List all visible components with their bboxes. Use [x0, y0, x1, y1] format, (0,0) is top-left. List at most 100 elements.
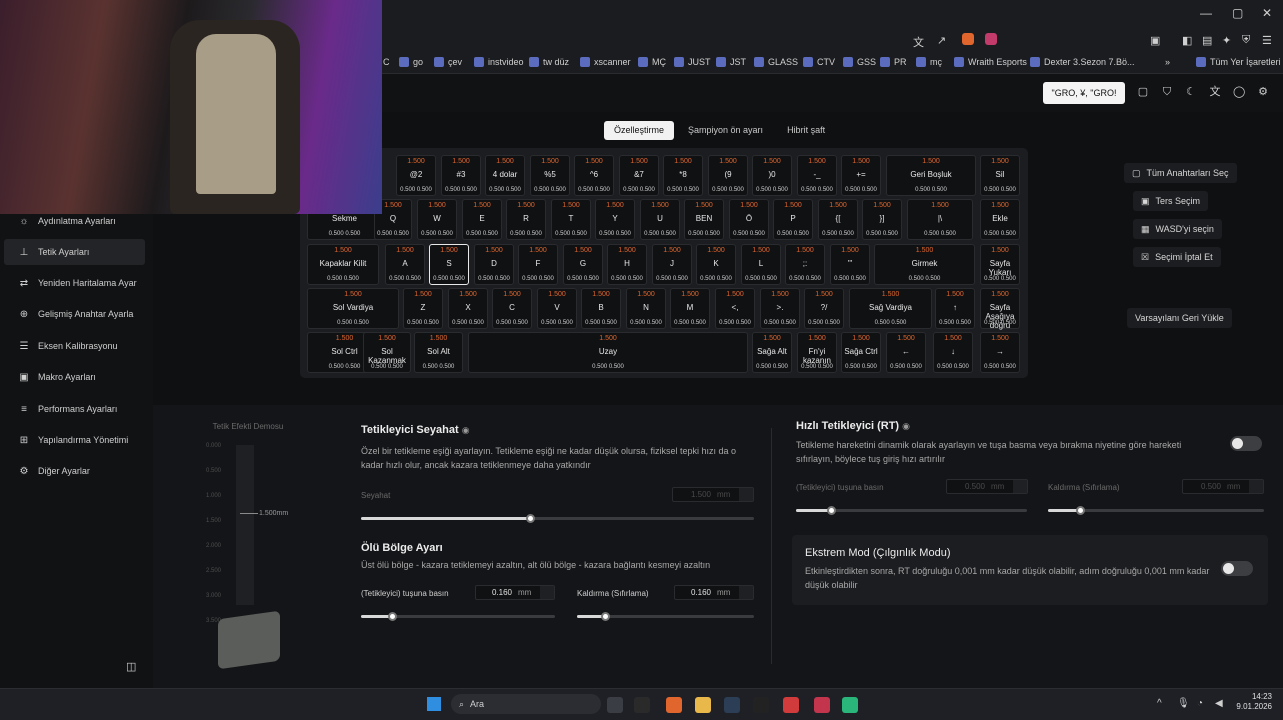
key-2-5[interactable]: 1.500 G 0.500 0.500: [563, 244, 603, 285]
sidebar-item-3[interactable]: ⊕ Gelişmiş Anahtar Ayarla: [4, 301, 145, 327]
key-4-5[interactable]: 1.500 Fn'yi kazanın 0.500 0.500: [797, 332, 837, 373]
key-3-8[interactable]: 1.500 <, 0.500 0.500: [715, 288, 755, 329]
key-1-13[interactable]: 1.500 |\ 0.500 0.500: [907, 199, 973, 240]
brave-shield-icon[interactable]: [962, 33, 974, 45]
key-3-1[interactable]: 1.500 Z 0.500 0.500: [403, 288, 443, 329]
ai-icon[interactable]: ✦: [1222, 34, 1231, 47]
rt-press-stepper[interactable]: [1013, 480, 1027, 493]
right-button-2[interactable]: ▦ WASD'yi seçin: [1133, 219, 1222, 239]
key-4-7[interactable]: 1.500 ← 0.500 0.500: [886, 332, 926, 373]
rt-release-input[interactable]: 0.500 mm: [1182, 479, 1264, 494]
key-1-5[interactable]: 1.500 T 0.500 0.500: [551, 199, 591, 240]
vpn-icon[interactable]: ⛨: [1242, 34, 1250, 47]
key-2-3[interactable]: 1.500 D 0.500 0.500: [474, 244, 514, 285]
key-2-1[interactable]: 1.500 A 0.500 0.500: [385, 244, 425, 285]
brave-rewards-icon[interactable]: [985, 33, 997, 45]
key-4-2[interactable]: 1.500 Sol Alt 0.500 0.500: [414, 332, 463, 373]
key-3-4[interactable]: 1.500 V 0.500 0.500: [537, 288, 577, 329]
travel-input[interactable]: 1.500 mm: [672, 487, 754, 502]
key-3-3[interactable]: 1.500 C 0.500 0.500: [492, 288, 532, 329]
deadzone-press-knob[interactable]: [388, 612, 398, 621]
tab-customize[interactable]: Özelleştirme: [604, 121, 675, 140]
key-1-4[interactable]: 1.500 R 0.500 0.500: [506, 199, 546, 240]
volume-icon[interactable]: ◀: [1215, 698, 1223, 709]
key-3-9[interactable]: 1.500 >. 0.500 0.500: [760, 288, 800, 329]
right-button-1[interactable]: ▣ Ters Seçim: [1133, 191, 1209, 211]
key-2-4[interactable]: 1.500 F 0.500 0.500: [518, 244, 558, 285]
key-0-7[interactable]: 1.500 (9 0.500 0.500: [708, 155, 748, 196]
app-icon-1[interactable]: [634, 697, 650, 713]
key-4-4[interactable]: 1.500 Sağa Alt 0.500 0.500: [752, 332, 792, 373]
sidebar-item-2[interactable]: ⇄ Yeniden Haritalama Ayar: [4, 270, 145, 296]
bookmark-glass[interactable]: GLASS: [754, 57, 798, 67]
key-1-8[interactable]: 1.500 BEN 0.500 0.500: [684, 199, 724, 240]
key-2-8[interactable]: 1.500 K 0.500 0.500: [696, 244, 736, 285]
key-4-8[interactable]: 1.500 ↓ 0.500 0.500: [933, 332, 973, 373]
bookmark-just[interactable]: JUST: [674, 57, 711, 67]
bookmark-xscanner[interactable]: xscanner: [580, 57, 631, 67]
sidebar-item-4[interactable]: ☰ Eksen Kalibrasyonu: [4, 333, 145, 359]
key-0-4[interactable]: 1.500 ^6 0.500 0.500: [574, 155, 614, 196]
bookmark-jst[interactable]: JST: [716, 57, 746, 67]
wifi-icon[interactable]: ◔: [1197, 698, 1203, 709]
sidebar-item-6[interactable]: ≡ Performans Ayarları: [4, 396, 145, 422]
travel-slider[interactable]: [361, 514, 754, 523]
bookmark-cev[interactable]: çev: [434, 57, 462, 67]
key-3-12[interactable]: 1.500 ↑ 0.500 0.500: [935, 288, 975, 329]
app-icon-2[interactable]: [753, 697, 769, 713]
explorer-icon[interactable]: [695, 697, 711, 713]
key-1-7[interactable]: 1.500 U 0.500 0.500: [640, 199, 680, 240]
key-3-2[interactable]: 1.500 X 0.500 0.500: [448, 288, 488, 329]
language-icon[interactable]: 文: [1209, 86, 1221, 98]
rt-press-knob[interactable]: [826, 506, 836, 515]
bookmark-go[interactable]: go: [399, 57, 423, 67]
key-2-0[interactable]: 1.500 Kapaklar Kilit 0.500 0.500: [307, 244, 379, 285]
rt-release-stepper[interactable]: [1249, 480, 1263, 493]
steam-icon[interactable]: [724, 697, 740, 713]
maximize-icon[interactable]: ▢: [1232, 6, 1243, 20]
collapse-sidebar-icon[interactable]: ◫: [126, 660, 136, 673]
sidebar-item-8[interactable]: ⚙ Diğer Ayarlar: [4, 458, 145, 484]
deadzone-release-stepper[interactable]: [739, 586, 753, 599]
key-4-3[interactable]: 1.500 Uzay 0.500 0.500: [468, 332, 748, 373]
key-0-11[interactable]: 1.500 Geri Boşluk 0.500 0.500: [886, 155, 976, 196]
picture-icon[interactable]: ▣: [1150, 34, 1160, 47]
key-0-0[interactable]: 1.500 @2 0.500 0.500: [396, 155, 436, 196]
tab-hybrid-shaft[interactable]: Hibrit şaft: [777, 121, 835, 140]
chevron-up-icon[interactable]: ^: [1157, 698, 1162, 709]
share-icon[interactable]: ↗: [937, 34, 946, 47]
deadzone-press-input[interactable]: 0.160 mm: [475, 585, 555, 600]
rt-press-slider[interactable]: [796, 506, 1027, 515]
key-4-1[interactable]: 1.500 Sol Kazanmak 0.500 0.500: [363, 332, 411, 373]
key-0-5[interactable]: 1.500 &7 0.500 0.500: [619, 155, 659, 196]
clock[interactable]: 14:23 9.01.2026: [1232, 692, 1272, 712]
key-3-7[interactable]: 1.500 M 0.500 0.500: [670, 288, 710, 329]
key-2-7[interactable]: 1.500 J 0.500 0.500: [652, 244, 692, 285]
user-icon[interactable]: ◯: [1233, 86, 1245, 98]
bookmark-wraith[interactable]: Wraith Esports: [954, 57, 1027, 67]
moon-icon[interactable]: ☾: [1185, 86, 1197, 98]
bookmark-all[interactable]: Tüm Yer İşaretleri: [1196, 57, 1281, 67]
settings-icon[interactable]: ⚙: [1257, 86, 1269, 98]
sidebar-item-1[interactable]: ⊥ Tetik Ayarları: [4, 239, 145, 265]
key-2-2[interactable]: 1.500 S 0.500 0.500: [429, 244, 469, 285]
key-3-5[interactable]: 1.500 B 0.500 0.500: [581, 288, 621, 329]
key-0-10[interactable]: 1.500 += 0.500 0.500: [841, 155, 881, 196]
key-4-6[interactable]: 1.500 Sağa Ctrl 0.500 0.500: [841, 332, 881, 373]
travel-stepper[interactable]: [739, 488, 753, 501]
deadzone-release-input[interactable]: 0.160 mm: [674, 585, 754, 600]
shirt-icon[interactable]: ⛉: [1161, 86, 1173, 98]
key-0-9[interactable]: 1.500 -_ 0.500 0.500: [797, 155, 837, 196]
close-icon[interactable]: ✕: [1262, 6, 1272, 20]
key-1-12[interactable]: 1.500}] 0.500 0.500: [862, 199, 902, 240]
bookmark-mc[interactable]: MÇ: [638, 57, 666, 67]
bookmark-ctv[interactable]: CTV: [803, 57, 835, 67]
rt-press-input[interactable]: 0.500 mm: [946, 479, 1028, 494]
key-0-2[interactable]: 1.500 4 dolar 0.500 0.500: [485, 155, 525, 196]
bookmark-tw-duz[interactable]: tw düz: [529, 57, 569, 67]
app-icon-4[interactable]: [842, 697, 858, 713]
key-3-11[interactable]: 1.500 Sağ Vardiya 0.500 0.500: [849, 288, 932, 329]
key-2-9[interactable]: 1.500 L 0.500 0.500: [741, 244, 781, 285]
tab-champion-preset[interactable]: Şampiyon ön ayarı: [678, 121, 773, 140]
rt-eye-icon[interactable]: ◉: [902, 421, 910, 431]
